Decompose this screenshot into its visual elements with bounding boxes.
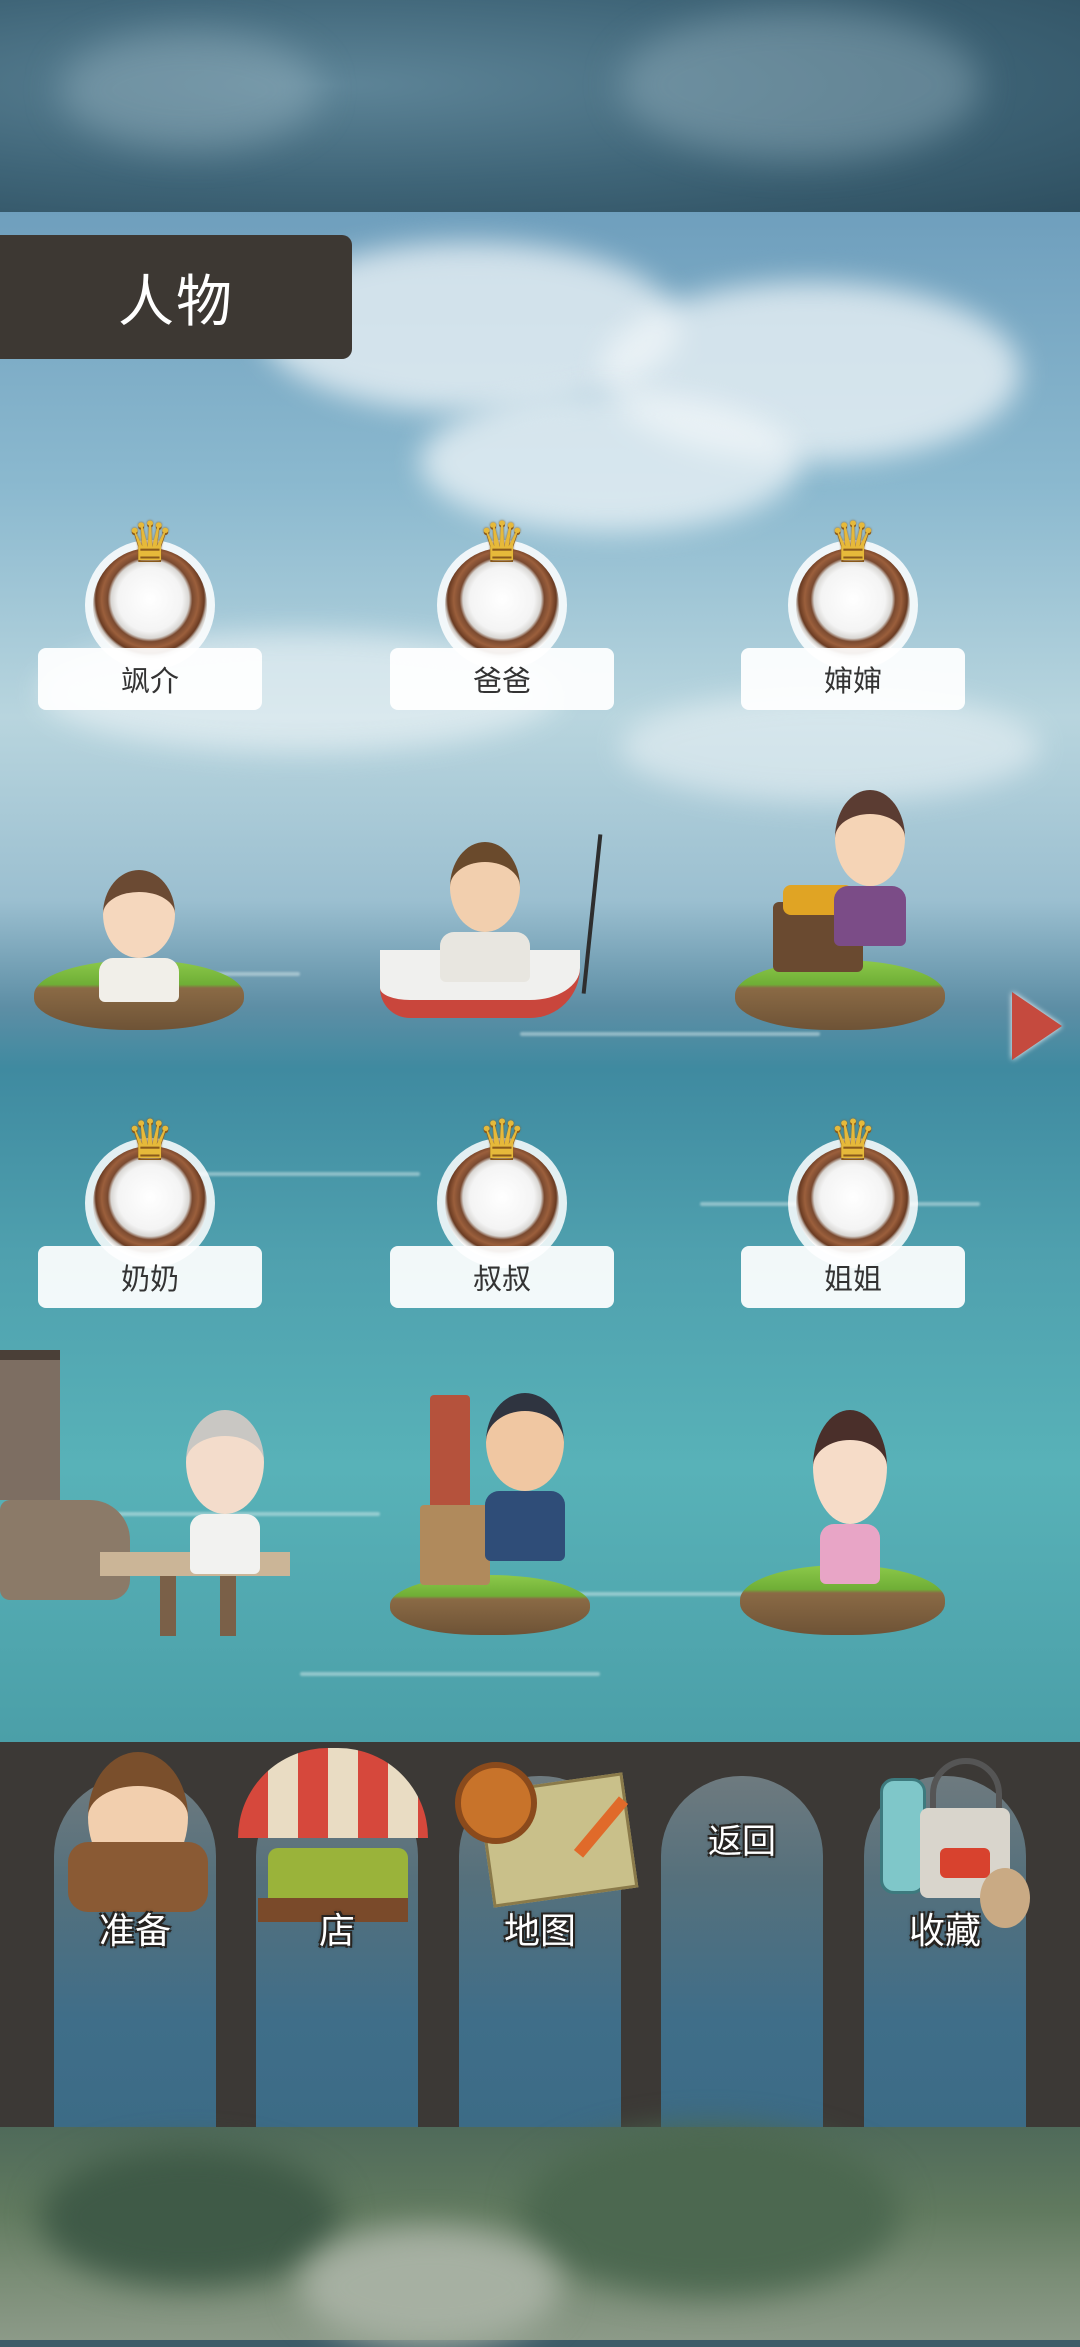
character-name: 奶奶 — [38, 1246, 262, 1308]
crown-icon: ♛ — [828, 1108, 878, 1171]
bottom-blurred-background — [0, 2127, 1080, 2347]
character-card-sister[interactable]: ♛ 姐姐 — [741, 1108, 965, 1318]
character-name: 叔叔 — [390, 1246, 614, 1308]
aunt-illustration[interactable] — [735, 790, 945, 1030]
crown-icon: ♛ — [125, 1108, 175, 1171]
map-label: 地图 — [503, 1911, 576, 1952]
character-card-uncle[interactable]: ♛ 叔叔 — [390, 1108, 614, 1318]
character-card-father[interactable]: ♛ 爸爸 — [390, 510, 614, 720]
character-name: 婶婶 — [741, 648, 965, 710]
page-title: 人物 — [118, 269, 234, 335]
father-illustration[interactable] — [380, 830, 630, 1030]
collection-label: 收藏 — [908, 1911, 981, 1952]
character-card-aunt[interactable]: ♛ 婶婶 — [741, 510, 965, 720]
grandma-illustration[interactable] — [0, 1330, 300, 1650]
uncle-illustration[interactable] — [390, 1385, 600, 1635]
character-card-grandma[interactable]: ♛ 奶奶 — [38, 1108, 262, 1318]
crown-icon: ♛ — [125, 510, 175, 573]
crown-icon: ♛ — [828, 510, 878, 573]
back-label: 返回 — [708, 1822, 776, 1862]
sousuke-illustration[interactable] — [34, 860, 244, 1030]
character-name: 爸爸 — [390, 648, 614, 710]
sister-illustration[interactable] — [740, 1410, 950, 1635]
character-name: 飒介 — [38, 648, 262, 710]
character-name: 姐姐 — [741, 1246, 965, 1308]
prepare-label: 准备 — [98, 1911, 171, 1952]
shop-label: 店 — [318, 1911, 355, 1952]
character-card-sousuke[interactable]: ♛ 飒介 — [38, 510, 262, 720]
page-title-tab: 人物 — [0, 235, 352, 359]
next-page-arrow-icon[interactable] — [1012, 992, 1062, 1060]
top-blurred-background — [0, 0, 1080, 212]
crown-icon: ♛ — [477, 1108, 527, 1171]
crown-icon: ♛ — [477, 510, 527, 573]
